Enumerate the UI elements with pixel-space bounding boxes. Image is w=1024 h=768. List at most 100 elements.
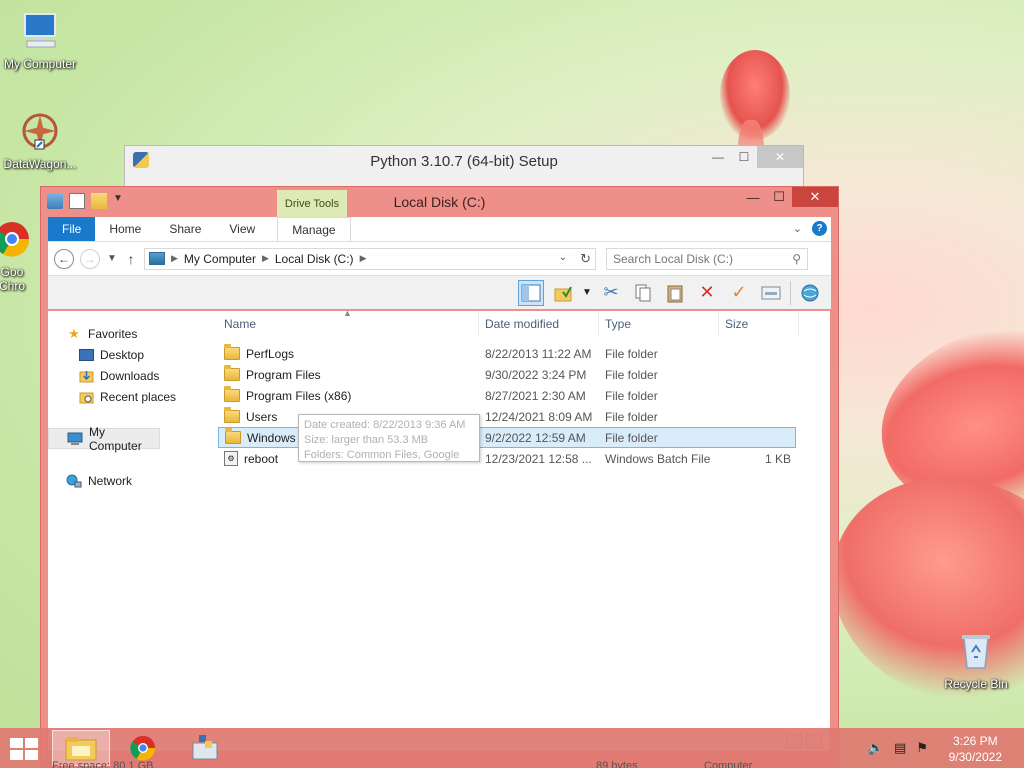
maximize-icon[interactable]: ☐ (731, 146, 757, 168)
tab-file[interactable]: File (48, 217, 96, 241)
python-installer-icon (192, 735, 218, 760)
refresh-icon[interactable]: ↻ (580, 251, 591, 267)
nav-my-computer[interactable]: My Computer (48, 425, 160, 453)
file-name: Program Files (246, 367, 321, 382)
expand-ribbon-icon[interactable]: ⌄ (793, 222, 802, 235)
globe-icon[interactable] (797, 280, 823, 306)
up-button[interactable]: ↑ (124, 251, 138, 267)
tooltip-date-created: Date created: 8/22/2013 9:36 AM (304, 419, 466, 431)
action-center-flag-icon[interactable]: ⚑ (916, 740, 928, 756)
status-location: Computer (704, 760, 753, 768)
nav-downloads[interactable]: Downloads (48, 365, 218, 386)
preview-pane-icon[interactable] (518, 279, 544, 306)
tab-manage[interactable]: Manage (277, 217, 351, 241)
column-headers: ▲ Name Date modified Type Size (218, 308, 830, 337)
computer-icon (24, 13, 56, 48)
taskbar-python-setup[interactable] (176, 730, 234, 766)
rename-icon[interactable]: ✓ (726, 280, 752, 306)
cut-icon[interactable]: ✂ (598, 280, 624, 306)
window-title: Local Disk (C:) (393, 194, 486, 210)
python-setup-titlebar[interactable]: Python 3.10.7 (64-bit) Setup — ☐ ✕ (125, 146, 803, 176)
folder-icon (224, 344, 240, 360)
network-status-icon[interactable]: ▤ (894, 740, 906, 756)
nav-label: Desktop (100, 347, 145, 362)
explorer-titlebar[interactable]: ▼ Drive Tools Local Disk (C:) — ☐ ✕ (41, 187, 838, 217)
help-icon[interactable]: ? (812, 221, 827, 236)
recent-locations-icon[interactable]: ▼ (106, 253, 118, 264)
delete-icon[interactable]: ✕ (694, 280, 720, 306)
folder-icon (224, 365, 240, 381)
paste-icon[interactable] (662, 280, 688, 306)
desktop-icon-my-computer[interactable]: My Computer (0, 10, 80, 71)
breadcrumb-local-disk[interactable]: Local Disk (C:) (275, 252, 354, 266)
chrome-icon (130, 735, 156, 761)
nav-recent-places[interactable]: Recent places (48, 386, 218, 407)
tab-share[interactable]: Share (155, 217, 215, 241)
file-name: Program Files (x86) (246, 388, 352, 403)
close-icon[interactable]: ✕ (792, 187, 838, 207)
breadcrumb-separator-icon[interactable]: ▶ (171, 253, 178, 264)
column-header-date-modified[interactable]: Date modified (479, 311, 599, 337)
file-row-program-files[interactable]: Program Files 9/30/2022 3:24 PM File fol… (218, 364, 830, 385)
file-type: File folder (605, 409, 658, 424)
chevron-down-icon[interactable]: ▼ (582, 280, 592, 306)
search-icon: ⚲ (792, 251, 801, 266)
desktop-icon-recycle-bin[interactable]: Recycle Bin (936, 630, 1016, 691)
file-explorer-window[interactable]: ▼ Drive Tools Local Disk (C:) — ☐ ✕ File… (40, 186, 839, 768)
folder-icon (224, 386, 240, 402)
forward-button[interactable]: → (80, 248, 100, 269)
desktop-icon-label: Recycle Bin (944, 677, 1008, 691)
nav-desktop[interactable]: Desktop (48, 344, 218, 365)
search-input[interactable]: Search Local Disk (C:) ⚲ (606, 247, 808, 270)
file-name: Users (246, 409, 278, 424)
tab-home[interactable]: Home (95, 217, 155, 241)
file-name: reboot (244, 451, 279, 466)
nav-label: Favorites (88, 326, 138, 341)
file-row-program-files-x86[interactable]: Program Files (x86) 8/27/2021 2:30 AM Fi… (218, 385, 830, 406)
file-type: File folder (605, 388, 658, 403)
nav-network[interactable]: Network (48, 470, 218, 491)
column-header-type[interactable]: Type (599, 311, 719, 337)
file-name: PerfLogs (246, 346, 295, 361)
breadcrumb-my-computer[interactable]: My Computer (184, 252, 256, 266)
minimize-icon[interactable]: — (740, 187, 766, 207)
minimize-icon[interactable]: — (705, 146, 731, 168)
file-type: File folder (605, 430, 658, 445)
folder-options-icon[interactable] (550, 280, 576, 306)
nav-favorites[interactable]: ★ Favorites (48, 323, 218, 344)
batch-file-icon: ⚙ (224, 451, 238, 466)
chrome-icon (0, 222, 30, 257)
properties-icon[interactable] (758, 280, 784, 306)
windows-logo-icon (25, 750, 38, 760)
computer-icon (67, 432, 83, 446)
column-header-size[interactable]: Size (719, 311, 799, 337)
address-dropdown-icon[interactable]: ⌄ (559, 252, 567, 263)
desktop-icon-google-chrome[interactable]: Goo Chro (0, 218, 42, 293)
back-button[interactable]: ← (54, 248, 74, 269)
python-setup-title: Python 3.10.7 (64-bit) Setup (370, 152, 558, 170)
search-placeholder: Search Local Disk (C:) (613, 251, 734, 266)
ribbon-tabs: File Home Share View Manage ⌄ ? (48, 217, 831, 241)
breadcrumb-separator-icon[interactable]: ▶ (262, 253, 269, 264)
tab-view[interactable]: View (215, 217, 269, 241)
file-date: 12/24/2021 8:09 AM (485, 409, 593, 424)
volume-muted-icon[interactable]: 🔈 (868, 740, 884, 756)
taskbar-clock[interactable]: 3:26 PM 9/30/2022 (949, 733, 1002, 765)
desktop-icon-label: My Computer (3, 57, 77, 71)
folder-icon (225, 428, 241, 444)
file-explorer-icon (65, 737, 97, 761)
start-button[interactable] (10, 738, 38, 760)
datawagon-icon (22, 113, 58, 150)
windows-logo-icon (25, 738, 38, 748)
close-icon[interactable]: ✕ (757, 146, 803, 168)
desktop-icon-datawagon[interactable]: DataWagon... (0, 110, 80, 171)
file-row-perflogs[interactable]: PerfLogs 8/22/2013 11:22 AM File folder (218, 343, 830, 364)
address-bar[interactable]: ▶ My Computer ▶ Local Disk (C:) ▶ ⌄ ↻ (144, 247, 596, 270)
network-icon (66, 474, 82, 488)
maximize-icon[interactable]: ☐ (766, 187, 792, 207)
status-free-space: Free space: 80.1 GB (52, 760, 154, 768)
folder-info-tooltip: Date created: 8/22/2013 9:36 AM Size: la… (298, 414, 480, 462)
breadcrumb-separator-icon[interactable]: ▶ (360, 253, 367, 264)
copy-icon[interactable] (630, 280, 656, 306)
windows-logo-icon (10, 738, 23, 748)
